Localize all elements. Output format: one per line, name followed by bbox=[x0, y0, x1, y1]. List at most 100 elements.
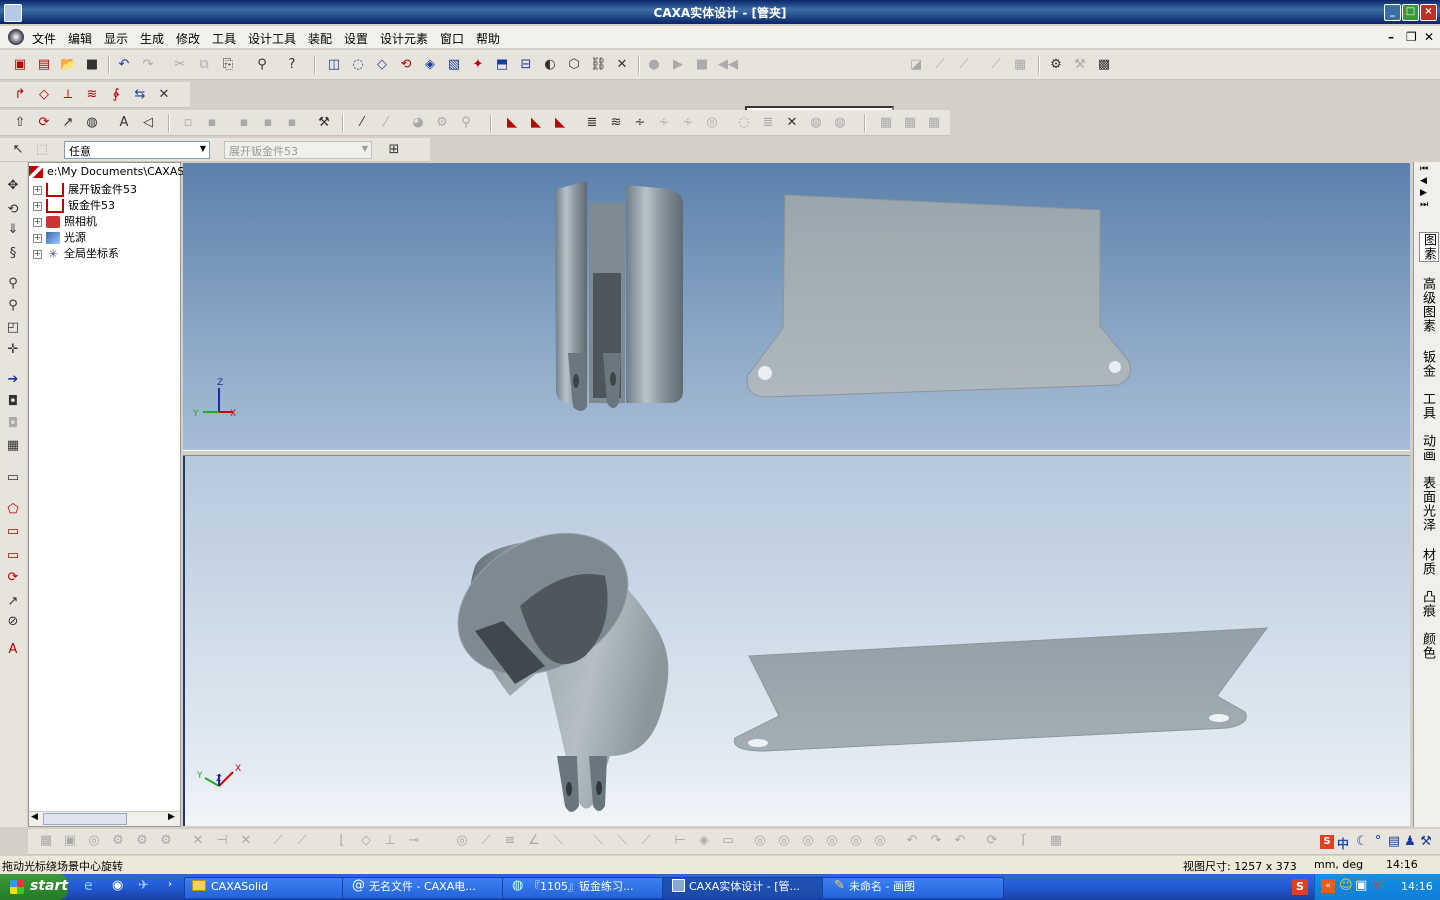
expand-icon[interactable]: + bbox=[33, 233, 42, 243]
new-icon[interactable]: ▣ bbox=[12, 57, 28, 73]
ft-grid2-icon[interactable]: ▦ bbox=[902, 115, 918, 131]
sm-cut-icon[interactable]: ✕ bbox=[156, 87, 172, 103]
flat-plate-part-iso[interactable] bbox=[733, 627, 1269, 752]
view-front-icon[interactable]: ◫ bbox=[326, 57, 342, 73]
bt-34-icon[interactable]: ↷ bbox=[928, 833, 944, 849]
bt-38-icon[interactable]: ▦ bbox=[1048, 833, 1064, 849]
view-dim-icon[interactable]: ⊟ bbox=[518, 57, 534, 73]
menu-generate[interactable]: 生成 bbox=[140, 30, 164, 47]
bt-37-icon[interactable]: ⌈ bbox=[1016, 833, 1032, 849]
view-shade-icon[interactable]: ▧ bbox=[446, 57, 462, 73]
spiral-icon[interactable]: § bbox=[5, 246, 21, 262]
save-icon[interactable]: ■ bbox=[84, 57, 100, 73]
bt-14-icon[interactable]: ⊥ bbox=[382, 833, 398, 849]
ft-grid1-icon[interactable]: ▦ bbox=[878, 115, 894, 131]
menu-view[interactable]: 显示 bbox=[104, 30, 128, 47]
ime-logo-icon[interactable]: S bbox=[1320, 835, 1334, 849]
ft-d14-icon[interactable]: ✕ bbox=[784, 115, 800, 131]
expand-icon[interactable]: + bbox=[33, 185, 42, 195]
menu-window[interactable]: 窗口 bbox=[440, 30, 464, 47]
ime-user-icon[interactable]: ♟ bbox=[1402, 834, 1418, 850]
scroll-left-icon[interactable]: ◀ bbox=[31, 812, 38, 822]
view-orbit-icon[interactable]: ◌ bbox=[350, 57, 366, 73]
bt-6-icon[interactable]: ⚙ bbox=[158, 833, 174, 849]
maximize-button[interactable]: □ bbox=[1402, 4, 1419, 21]
mdi-close-button[interactable]: ✕ bbox=[1424, 30, 1434, 44]
task-caxa-3d[interactable]: CAXA实体设计 - [管... bbox=[662, 877, 844, 899]
ft-extrude-icon[interactable]: ⇧ bbox=[12, 115, 28, 131]
walk-icon[interactable]: ⇓ bbox=[5, 222, 21, 238]
line-icon[interactable]: ↗ bbox=[5, 594, 21, 610]
tab-primitives[interactable]: 图素 bbox=[1419, 232, 1439, 262]
clamp-part-iso[interactable] bbox=[433, 505, 669, 812]
sketch-icon[interactable]: ⬠ bbox=[5, 502, 21, 518]
ft-sweep-icon[interactable]: ↗ bbox=[60, 115, 76, 131]
anim-rewind-icon[interactable]: ◀◀ bbox=[718, 57, 738, 73]
tb-tool-icon[interactable]: ⚒ bbox=[1072, 57, 1088, 73]
ft-d3-icon[interactable]: ▪ bbox=[236, 115, 252, 131]
bt-19-icon[interactable]: ∠ bbox=[526, 833, 542, 849]
ft-shell-icon[interactable]: ◁ bbox=[140, 115, 156, 131]
view-section-icon[interactable]: ⬒ bbox=[494, 57, 510, 73]
bt-22-icon[interactable]: ⟍ bbox=[614, 833, 630, 849]
view-tool-icon[interactable]: ✕ bbox=[614, 57, 630, 73]
ime-moon-icon[interactable]: ☾ bbox=[1354, 834, 1370, 850]
redo-icon[interactable]: ↷ bbox=[140, 57, 156, 73]
ime-tool-icon[interactable]: ⚒ bbox=[1418, 834, 1434, 850]
bt-17-icon[interactable]: ⟋ bbox=[478, 833, 494, 849]
bt-18-icon[interactable]: ≡ bbox=[502, 833, 518, 849]
ie-icon[interactable]: e bbox=[84, 878, 93, 894]
bt-31-icon[interactable]: ◎ bbox=[848, 833, 864, 849]
task-caxa-electronic[interactable]: 无名文件 - CAXA电... bbox=[342, 877, 524, 899]
tab-sheetmetal[interactable]: 钣金 bbox=[1419, 350, 1437, 378]
view-iso-icon[interactable]: ◈ bbox=[422, 57, 438, 73]
tab-tools[interactable]: 工具 bbox=[1419, 392, 1437, 420]
copy-icon[interactable]: ⧉ bbox=[196, 57, 212, 73]
task-browser[interactable]: 『1105』钣金练习... bbox=[502, 877, 684, 899]
sm-fold-icon[interactable]: ≋ bbox=[84, 87, 100, 103]
cut-icon[interactable]: ✂ bbox=[172, 57, 188, 73]
bt-32-icon[interactable]: ◎ bbox=[872, 833, 888, 849]
look-at-icon[interactable]: ✛ bbox=[5, 342, 21, 358]
open-icon[interactable]: 📂 bbox=[60, 57, 76, 73]
tree-item-flat-part[interactable]: + 展开钣金件53 bbox=[33, 181, 137, 197]
ft-d10-icon[interactable]: ∻ bbox=[680, 115, 696, 131]
messenger-icon[interactable]: ✈ bbox=[138, 878, 149, 893]
sm-bend-icon[interactable]: ↱ bbox=[12, 87, 28, 103]
orbit-icon[interactable]: ⟲ bbox=[5, 202, 21, 218]
menu-file[interactable]: 文件 bbox=[32, 30, 56, 47]
doc-icon[interactable] bbox=[8, 29, 24, 45]
view-render-icon[interactable]: ◐ bbox=[542, 57, 558, 73]
anim-play-icon[interactable]: ▶ bbox=[670, 57, 686, 73]
tab-scroll-first-icon[interactable]: ⏮ bbox=[1420, 164, 1428, 174]
rect2-icon[interactable]: ▭ bbox=[5, 548, 21, 564]
bt-4-icon[interactable]: ⚙ bbox=[110, 833, 126, 849]
undo-icon[interactable]: ↶ bbox=[116, 57, 132, 73]
selection-mode-select[interactable]: 任意 ▼ bbox=[64, 141, 210, 159]
view-light-icon[interactable]: ✦ bbox=[470, 57, 486, 73]
tree-item-light[interactable]: + 光源 bbox=[33, 229, 86, 245]
zoom-fit-icon[interactable]: ◰ bbox=[5, 320, 21, 336]
expand-icon[interactable]: + bbox=[33, 217, 42, 227]
ft-d1-icon[interactable]: ▫ bbox=[180, 115, 196, 131]
tree-hscrollbar[interactable]: ◀ ▶ bbox=[29, 811, 180, 826]
bt-24-icon[interactable]: ⊢ bbox=[672, 833, 688, 849]
tb-dis2-icon[interactable]: ⟋ bbox=[932, 57, 948, 73]
text-icon[interactable]: A bbox=[5, 642, 21, 658]
rect-icon[interactable]: ▭ bbox=[5, 524, 21, 540]
viewport-top[interactable]: Z X Y bbox=[183, 163, 1410, 450]
ft-revolve-icon[interactable]: ⟳ bbox=[36, 115, 52, 131]
tab-surface-finish[interactable]: 表面光泽 bbox=[1419, 476, 1437, 532]
bt-1-icon[interactable]: ▦ bbox=[38, 833, 54, 849]
menu-edit[interactable]: 编辑 bbox=[68, 30, 92, 47]
tb-dis4-icon[interactable]: ⟋ bbox=[988, 57, 1004, 73]
tab-animation[interactable]: 动画 bbox=[1419, 434, 1437, 462]
bt-23-icon[interactable]: ⟋ bbox=[638, 833, 654, 849]
clamp-part[interactable] bbox=[555, 181, 683, 411]
tray-arrow-icon[interactable]: « bbox=[1321, 879, 1335, 893]
find-icon[interactable]: ⚲ bbox=[254, 57, 270, 73]
menu-help[interactable]: 帮助 bbox=[476, 30, 500, 47]
tree-root[interactable]: e:\My Documents\CAXASc bbox=[29, 165, 190, 178]
sm-flange-icon[interactable]: ∲ bbox=[108, 87, 124, 103]
expand-icon[interactable]: + bbox=[33, 201, 42, 211]
